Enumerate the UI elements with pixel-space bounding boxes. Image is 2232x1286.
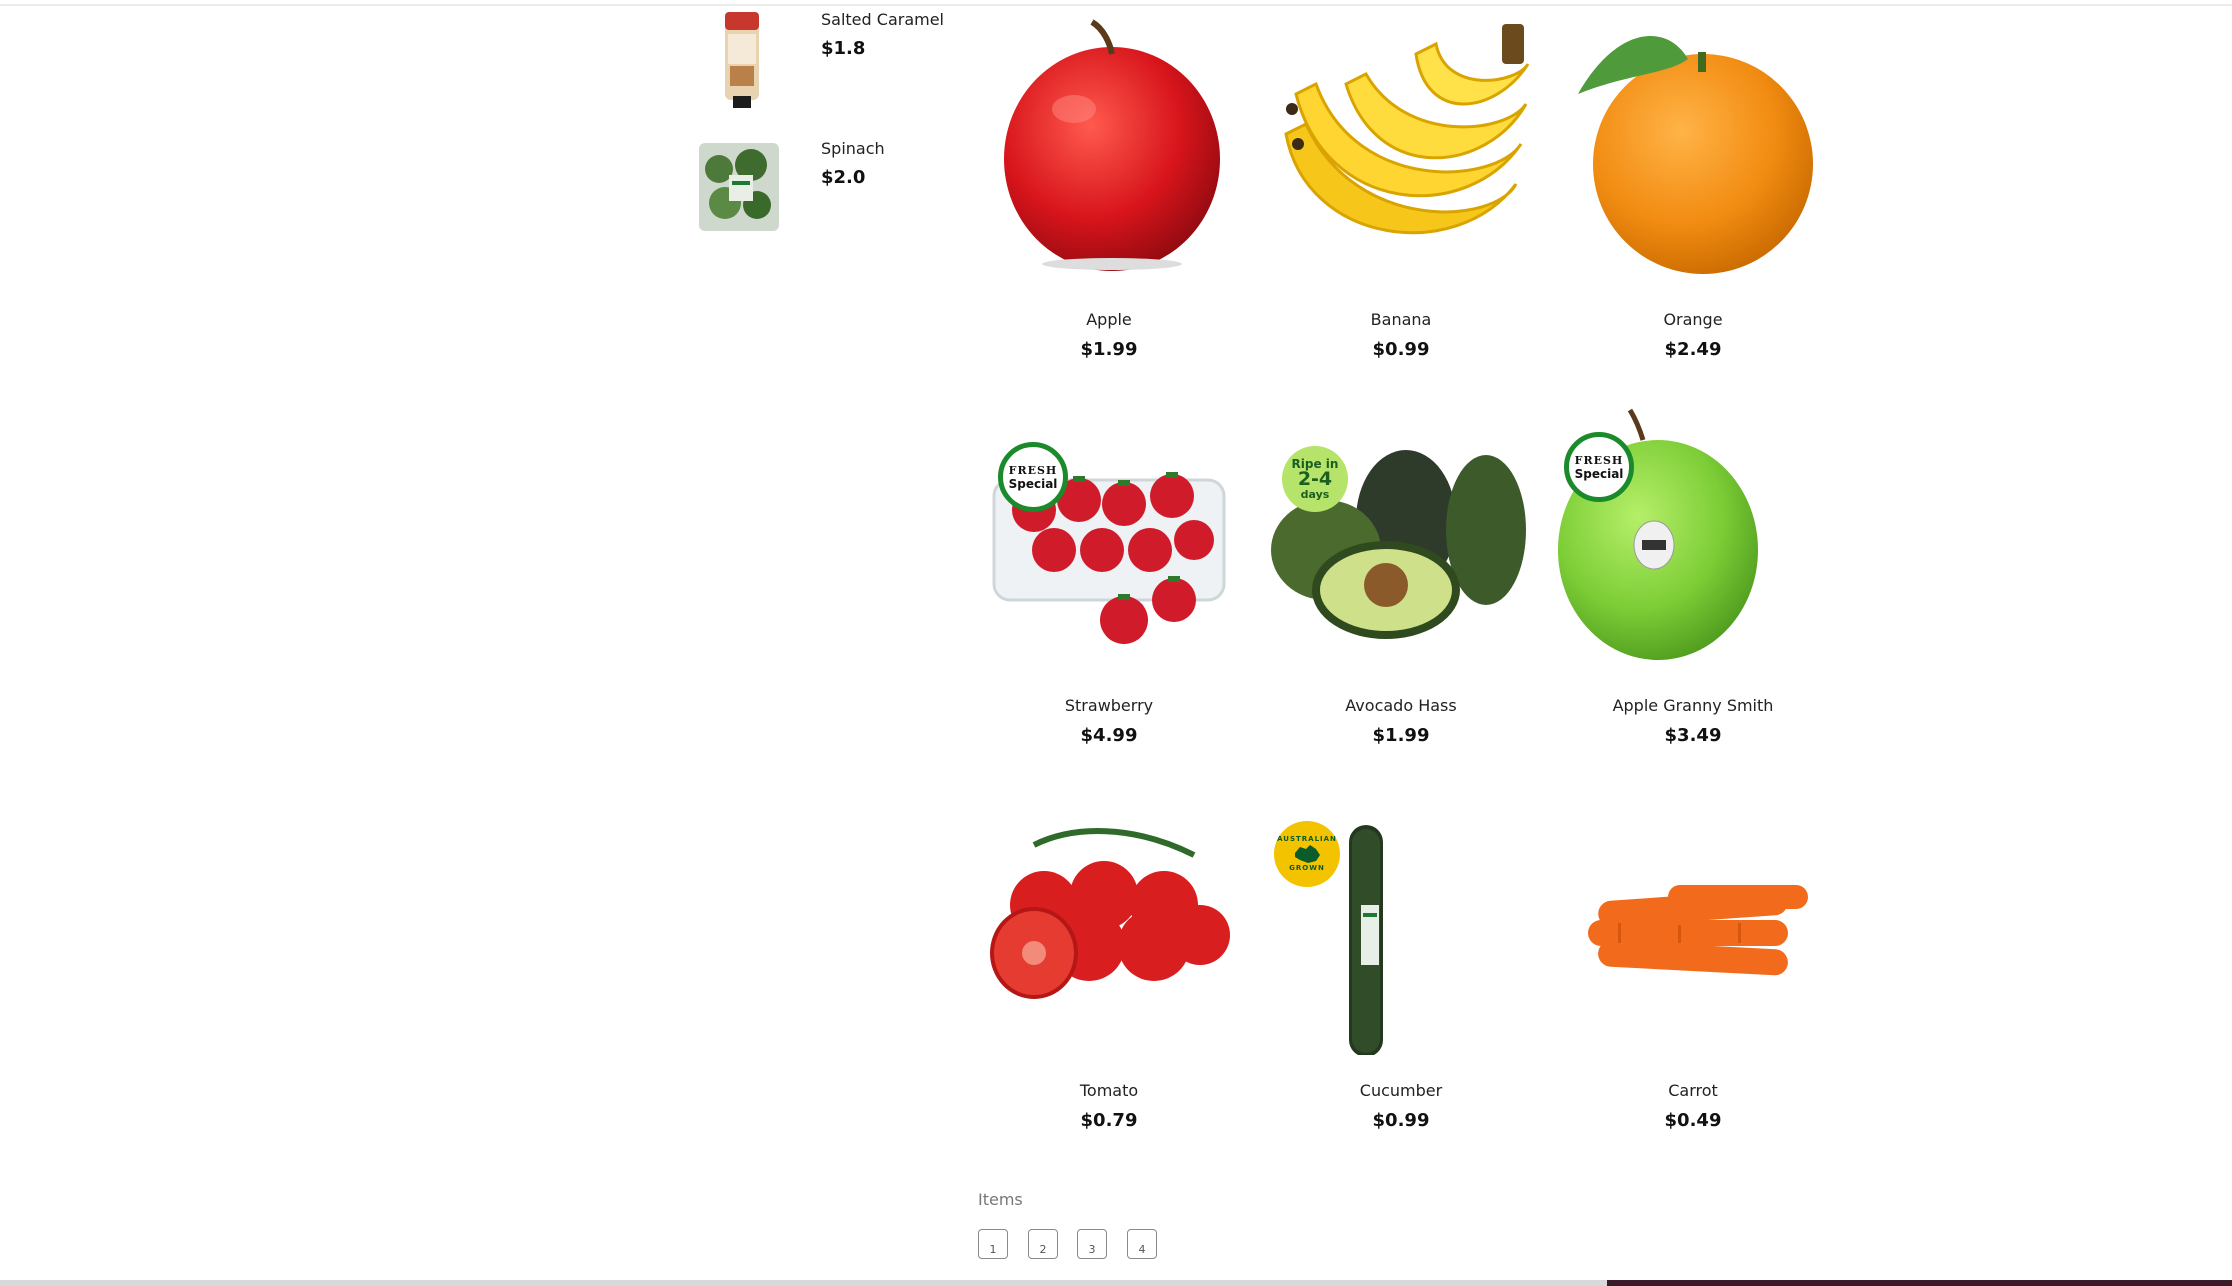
- tomato-image: [990, 828, 1230, 999]
- carrot-image: [1588, 885, 1808, 976]
- badge-line: 2-4: [1297, 468, 1333, 490]
- product-name: Avocado Hass: [1345, 696, 1457, 715]
- product-price: $1.99: [1372, 725, 1430, 746]
- product-price: $0.99: [1372, 1110, 1430, 1131]
- sidebar-item-salted-caramel[interactable]: Salted Caramel $1.8: [695, 10, 955, 120]
- badge-line: FRESH: [1574, 453, 1624, 467]
- ripe-in-days-badge: Ripe in 2-4 days: [1282, 446, 1348, 512]
- sidebar-item-price: $2.0: [821, 167, 866, 188]
- spinach-image: [699, 143, 779, 231]
- product-card-tomato[interactable]: Tomato $0.79: [974, 785, 1244, 1145]
- salted-caramel-image: [725, 12, 759, 108]
- orange-image: [1578, 36, 1813, 274]
- badge-line: GROWN: [1289, 864, 1325, 872]
- product-price: $1.99: [1080, 339, 1138, 360]
- badge-line: FRESH: [1008, 463, 1058, 477]
- avocado-image: [1271, 450, 1526, 639]
- product-name: Cucumber: [1359, 1081, 1443, 1100]
- items-label: Items: [978, 1190, 1023, 1209]
- badge-line: Special: [1574, 466, 1624, 481]
- sidebar-item-price: $1.8: [821, 38, 866, 59]
- product-price: $0.49: [1664, 1110, 1722, 1131]
- page-button-3[interactable]: 3: [1077, 1229, 1107, 1259]
- product-name: Strawberry: [1064, 696, 1154, 715]
- strawberry-image: [992, 472, 1226, 644]
- product-card-carrot[interactable]: Carrot $0.49: [1558, 785, 1828, 1145]
- top-divider: [0, 4, 2232, 6]
- product-price: $0.79: [1080, 1110, 1138, 1131]
- sidebar-item-spinach[interactable]: Spinach $2.0: [695, 139, 955, 249]
- product-name: Tomato: [1079, 1081, 1139, 1100]
- badge-line: AUSTRALIAN: [1277, 835, 1337, 843]
- product-card-cucumber[interactable]: AUSTRALIAN GROWN Cucumber $0.99: [1266, 785, 1536, 1145]
- product-name: Banana: [1370, 310, 1432, 329]
- product-card-apple-granny-smith[interactable]: FRESH Special Apple Granny Smith $3.49: [1558, 400, 1828, 760]
- sidebar-item-name: Spinach: [821, 139, 885, 158]
- fresh-special-badge: FRESH Special: [1564, 432, 1634, 502]
- badge-line: Special: [1008, 476, 1058, 491]
- page-button-1[interactable]: 1: [978, 1229, 1008, 1259]
- product-price: $3.49: [1664, 725, 1722, 746]
- page-button-2[interactable]: 2: [1028, 1229, 1058, 1259]
- product-price: $0.99: [1372, 339, 1430, 360]
- product-name: Carrot: [1668, 1081, 1718, 1100]
- fresh-special-badge: FRESH Special: [998, 442, 1068, 512]
- australian-grown-badge: AUSTRALIAN GROWN: [1274, 821, 1340, 887]
- page-button-4[interactable]: 4: [1127, 1229, 1157, 1259]
- product-name: Apple: [1086, 310, 1132, 329]
- sidebar-item-name: Salted Caramel: [821, 10, 944, 29]
- product-name: Apple Granny Smith: [1612, 696, 1774, 715]
- product-price: $4.99: [1080, 725, 1138, 746]
- badge-line: days: [1300, 488, 1330, 501]
- banana-image: [1284, 24, 1530, 235]
- product-price: $2.49: [1664, 339, 1722, 360]
- product-card-strawberry[interactable]: FRESH Special Strawberry $4.99: [974, 400, 1244, 760]
- australia-map-icon: [1295, 845, 1320, 863]
- product-name: Orange: [1663, 310, 1723, 329]
- product-card-apple[interactable]: Apple $1.99: [974, 14, 1244, 374]
- product-card-banana[interactable]: Banana $0.99: [1266, 14, 1536, 374]
- product-card-orange[interactable]: Orange $2.49: [1558, 14, 1828, 374]
- bottom-edge: [0, 1280, 2232, 1286]
- product-card-avocado-hass[interactable]: Ripe in 2-4 days Avocado Hass $1.99: [1266, 400, 1536, 760]
- apple-image: [1004, 19, 1220, 271]
